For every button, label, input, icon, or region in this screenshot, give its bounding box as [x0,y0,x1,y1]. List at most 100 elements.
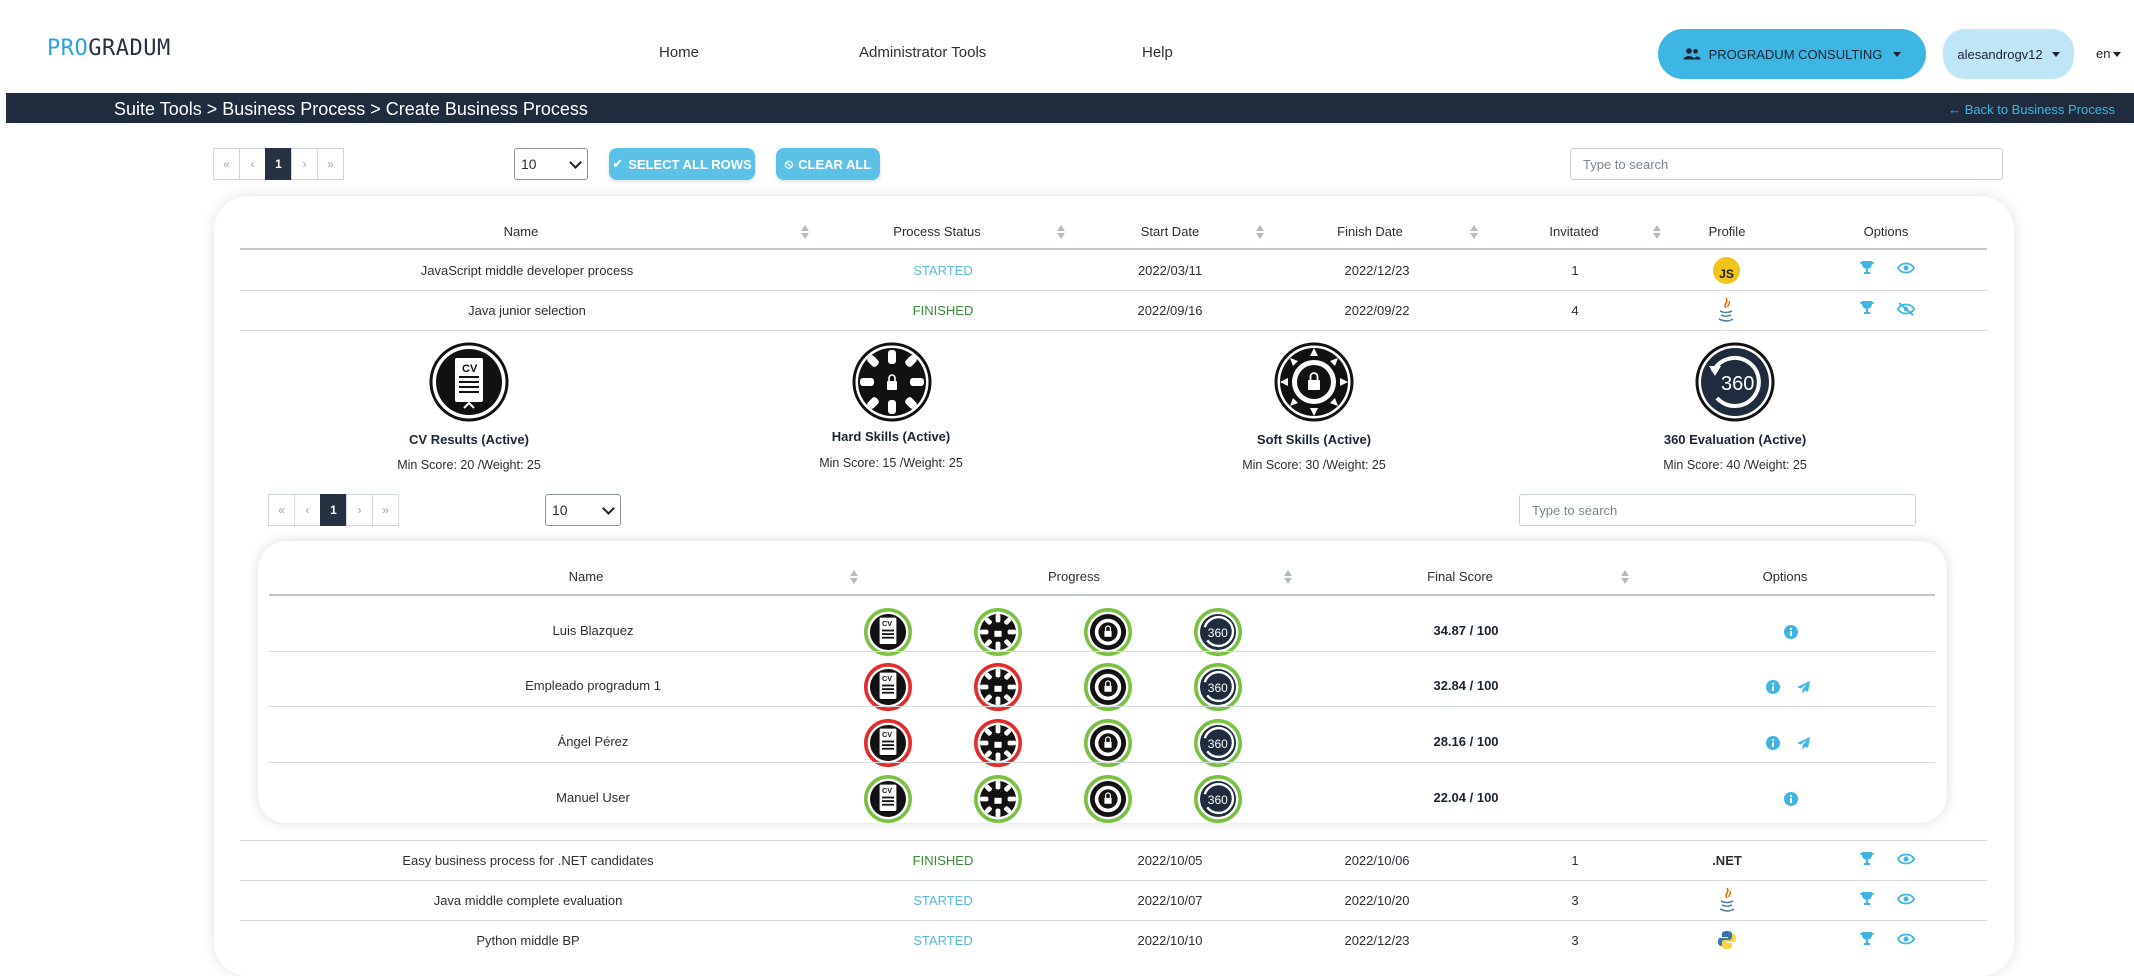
row-finish-date: 2022/12/23 [1344,933,1410,948]
sort-icon[interactable] [1255,224,1265,240]
hard-skills-progress-icon[interactable] [974,775,1022,823]
row-finish-date: 2022/09/22 [1344,303,1410,318]
sun-gear-icon [1274,342,1354,422]
header-candidate-name[interactable]: Name [569,569,604,584]
java-icon [1718,297,1734,322]
pagination: « ‹ 1 › » [213,148,344,180]
pager-first[interactable]: « [268,494,295,526]
trophy-icon[interactable] [1859,300,1875,316]
hard-skills-progress-icon[interactable] [974,663,1022,711]
divider [269,762,1935,763]
row-name: Java middle complete evaluation [433,893,623,908]
svg-text:360: 360 [1208,626,1228,640]
arrow-left-icon: ← [1948,102,1965,117]
soft-skills-progress-icon[interactable] [1084,719,1132,767]
eye-icon[interactable] [1897,933,1915,945]
sort-icon[interactable] [1283,569,1293,585]
info-icon[interactable] [1766,736,1780,750]
sort-icon[interactable] [1469,224,1479,240]
soft-skills-progress-icon[interactable] [1084,663,1132,711]
hard-skills-progress-icon[interactable] [974,719,1022,767]
pager-prev[interactable]: ‹ [294,494,321,526]
info-icon[interactable] [1784,792,1798,806]
sort-icon[interactable] [1620,569,1630,585]
360-progress-icon[interactable]: 360 [1194,608,1242,656]
header-final-score[interactable]: Final Score [1427,569,1493,584]
nav-administrator-tools[interactable]: Administrator Tools [859,44,986,61]
header-process-status[interactable]: Process Status [893,224,980,239]
cv-progress-icon[interactable]: CV [864,663,912,711]
cv-icon-label: CV [462,363,478,375]
pager-next[interactable]: › [346,494,373,526]
eye-icon[interactable] [1897,262,1915,274]
chevron-down-icon [2113,52,2122,58]
trophy-icon[interactable] [1859,931,1875,947]
clear-all-label: CLEAR ALL [798,156,872,172]
candidates-search-input[interactable]: Type to search [1519,494,1916,526]
brand-logo[interactable]: PROGRADUM [47,36,171,61]
page-size-select[interactable]: 10 [514,148,588,180]
header-finish-date[interactable]: Finish Date [1337,224,1403,239]
eye-slash-icon[interactable] [1897,302,1915,316]
sort-icon[interactable] [1056,224,1066,240]
360-progress-icon[interactable]: 360 [1194,663,1242,711]
nav-help[interactable]: Help [1142,44,1173,61]
header-name[interactable]: Name [504,224,539,239]
pager-last[interactable]: » [317,148,344,180]
nav-home[interactable]: Home [659,44,699,61]
status-badge: FINISHED [912,303,974,318]
pager-prev[interactable]: ‹ [239,148,266,180]
user-dropdown-button[interactable]: alesandrogv12 [1943,29,2074,79]
360-progress-icon[interactable]: 360 [1194,775,1242,823]
candidates-pagination: « ‹ 1 › » [268,494,399,526]
info-icon[interactable] [1784,625,1798,639]
sort-icon[interactable] [800,224,810,240]
cv-progress-icon[interactable]: CV [864,719,912,767]
cv-progress-icon[interactable]: CV [864,775,912,823]
header-options: Options [1863,224,1909,239]
language-dropdown[interactable]: en [2096,46,2122,61]
eye-icon[interactable] [1897,853,1915,865]
company-dropdown-button[interactable]: PROGRADUM CONSULTING [1658,29,1926,79]
send-icon[interactable] [1796,736,1811,751]
divider [240,920,1987,921]
candidate-name: Luis Blazquez [552,623,634,638]
chevron-down-icon [602,501,615,515]
svg-text:CV: CV [882,786,892,795]
header-invitated[interactable]: Invitated [1549,224,1598,239]
header-start-date[interactable]: Start Date [1141,224,1200,239]
divider [240,330,1987,331]
cv-progress-icon[interactable]: CV [864,608,912,656]
pager-next[interactable]: › [291,148,318,180]
language-label: en [2096,46,2111,61]
header-progress[interactable]: Progress [1048,569,1100,584]
phase-meta: Min Score: 20 /Weight: 25 [397,458,541,472]
final-score: 32.84 / 100 [1433,678,1499,693]
sort-icon[interactable] [849,569,859,585]
phase-name: Hard Skills (Active) [831,429,951,444]
trophy-icon[interactable] [1859,851,1875,867]
back-link[interactable]: ← Back to Business Process [1948,102,2115,117]
candidates-page-size-select[interactable]: 10 [545,494,621,526]
clear-all-button[interactable]: ⦸ CLEAR ALL [776,148,880,180]
360-evaluation-icon: 360 [1695,342,1775,422]
360-progress-icon[interactable]: 360 [1194,719,1242,767]
trophy-icon[interactable] [1859,891,1875,907]
send-icon[interactable] [1796,680,1811,695]
soft-skills-progress-icon[interactable] [1084,608,1132,656]
soft-skills-progress-icon[interactable] [1084,775,1132,823]
pager-page-1[interactable]: 1 [320,494,347,526]
info-icon[interactable] [1766,680,1780,694]
pager-page-1[interactable]: 1 [265,148,292,180]
pager-first[interactable]: « [213,148,240,180]
status-badge: STARTED [913,933,973,948]
pager-last[interactable]: » [372,494,399,526]
trophy-icon[interactable] [1859,260,1875,276]
divider [240,290,1987,291]
sort-icon[interactable] [1652,224,1662,240]
hard-skills-progress-icon[interactable] [974,608,1022,656]
row-start-date: 2022/10/05 [1137,853,1203,868]
eye-icon[interactable] [1897,893,1915,905]
select-all-rows-button[interactable]: ✔ SELECT ALL ROWS [609,148,755,180]
search-input[interactable]: Type to search [1570,148,2003,180]
